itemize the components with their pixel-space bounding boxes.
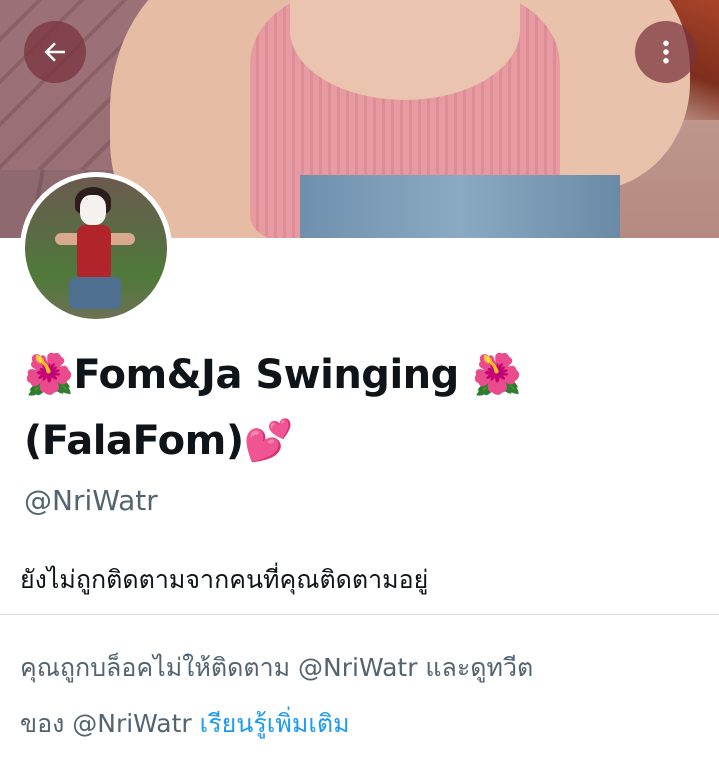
learn-more-link[interactable]: เรียนรู้เพิ่มเติม [200, 709, 350, 738]
blocked-notice-line1: คุณถูกบล็อคไม่ให้ติดตาม @NriWatr และดูทว… [20, 653, 534, 682]
banner-jeans [300, 175, 620, 238]
hibiscus-emoji: 🌺 [24, 352, 74, 398]
profile-avatar[interactable] [20, 172, 172, 324]
blocked-notice-line2: ของ @NriWatr [20, 709, 192, 738]
back-button[interactable] [24, 21, 86, 83]
profile-display-name: 🌺Fom&Ja Swinging 🌺 (FalaFom)💕 [24, 342, 704, 474]
divider [0, 614, 719, 615]
display-name-text: Fom&Ja Swinging [73, 352, 459, 398]
follow-status-text: ยังไม่ถูกติดตามจากคนที่คุณติดตามอยู่ [20, 565, 429, 594]
hibiscus-emoji: 🌺 [458, 352, 522, 398]
avatar-image [25, 177, 167, 319]
more-options-button[interactable] [635, 21, 697, 83]
blocked-notice: คุณถูกบล็อคไม่ให้ติดตาม @NriWatr และดูทว… [20, 640, 710, 752]
display-name-text-line2: (FalaFom) [24, 418, 244, 464]
more-vertical-icon [651, 37, 681, 67]
profile-handle: @NriWatr [24, 484, 158, 517]
arrow-left-icon [40, 37, 70, 67]
hearts-emoji: 💕 [243, 418, 294, 464]
